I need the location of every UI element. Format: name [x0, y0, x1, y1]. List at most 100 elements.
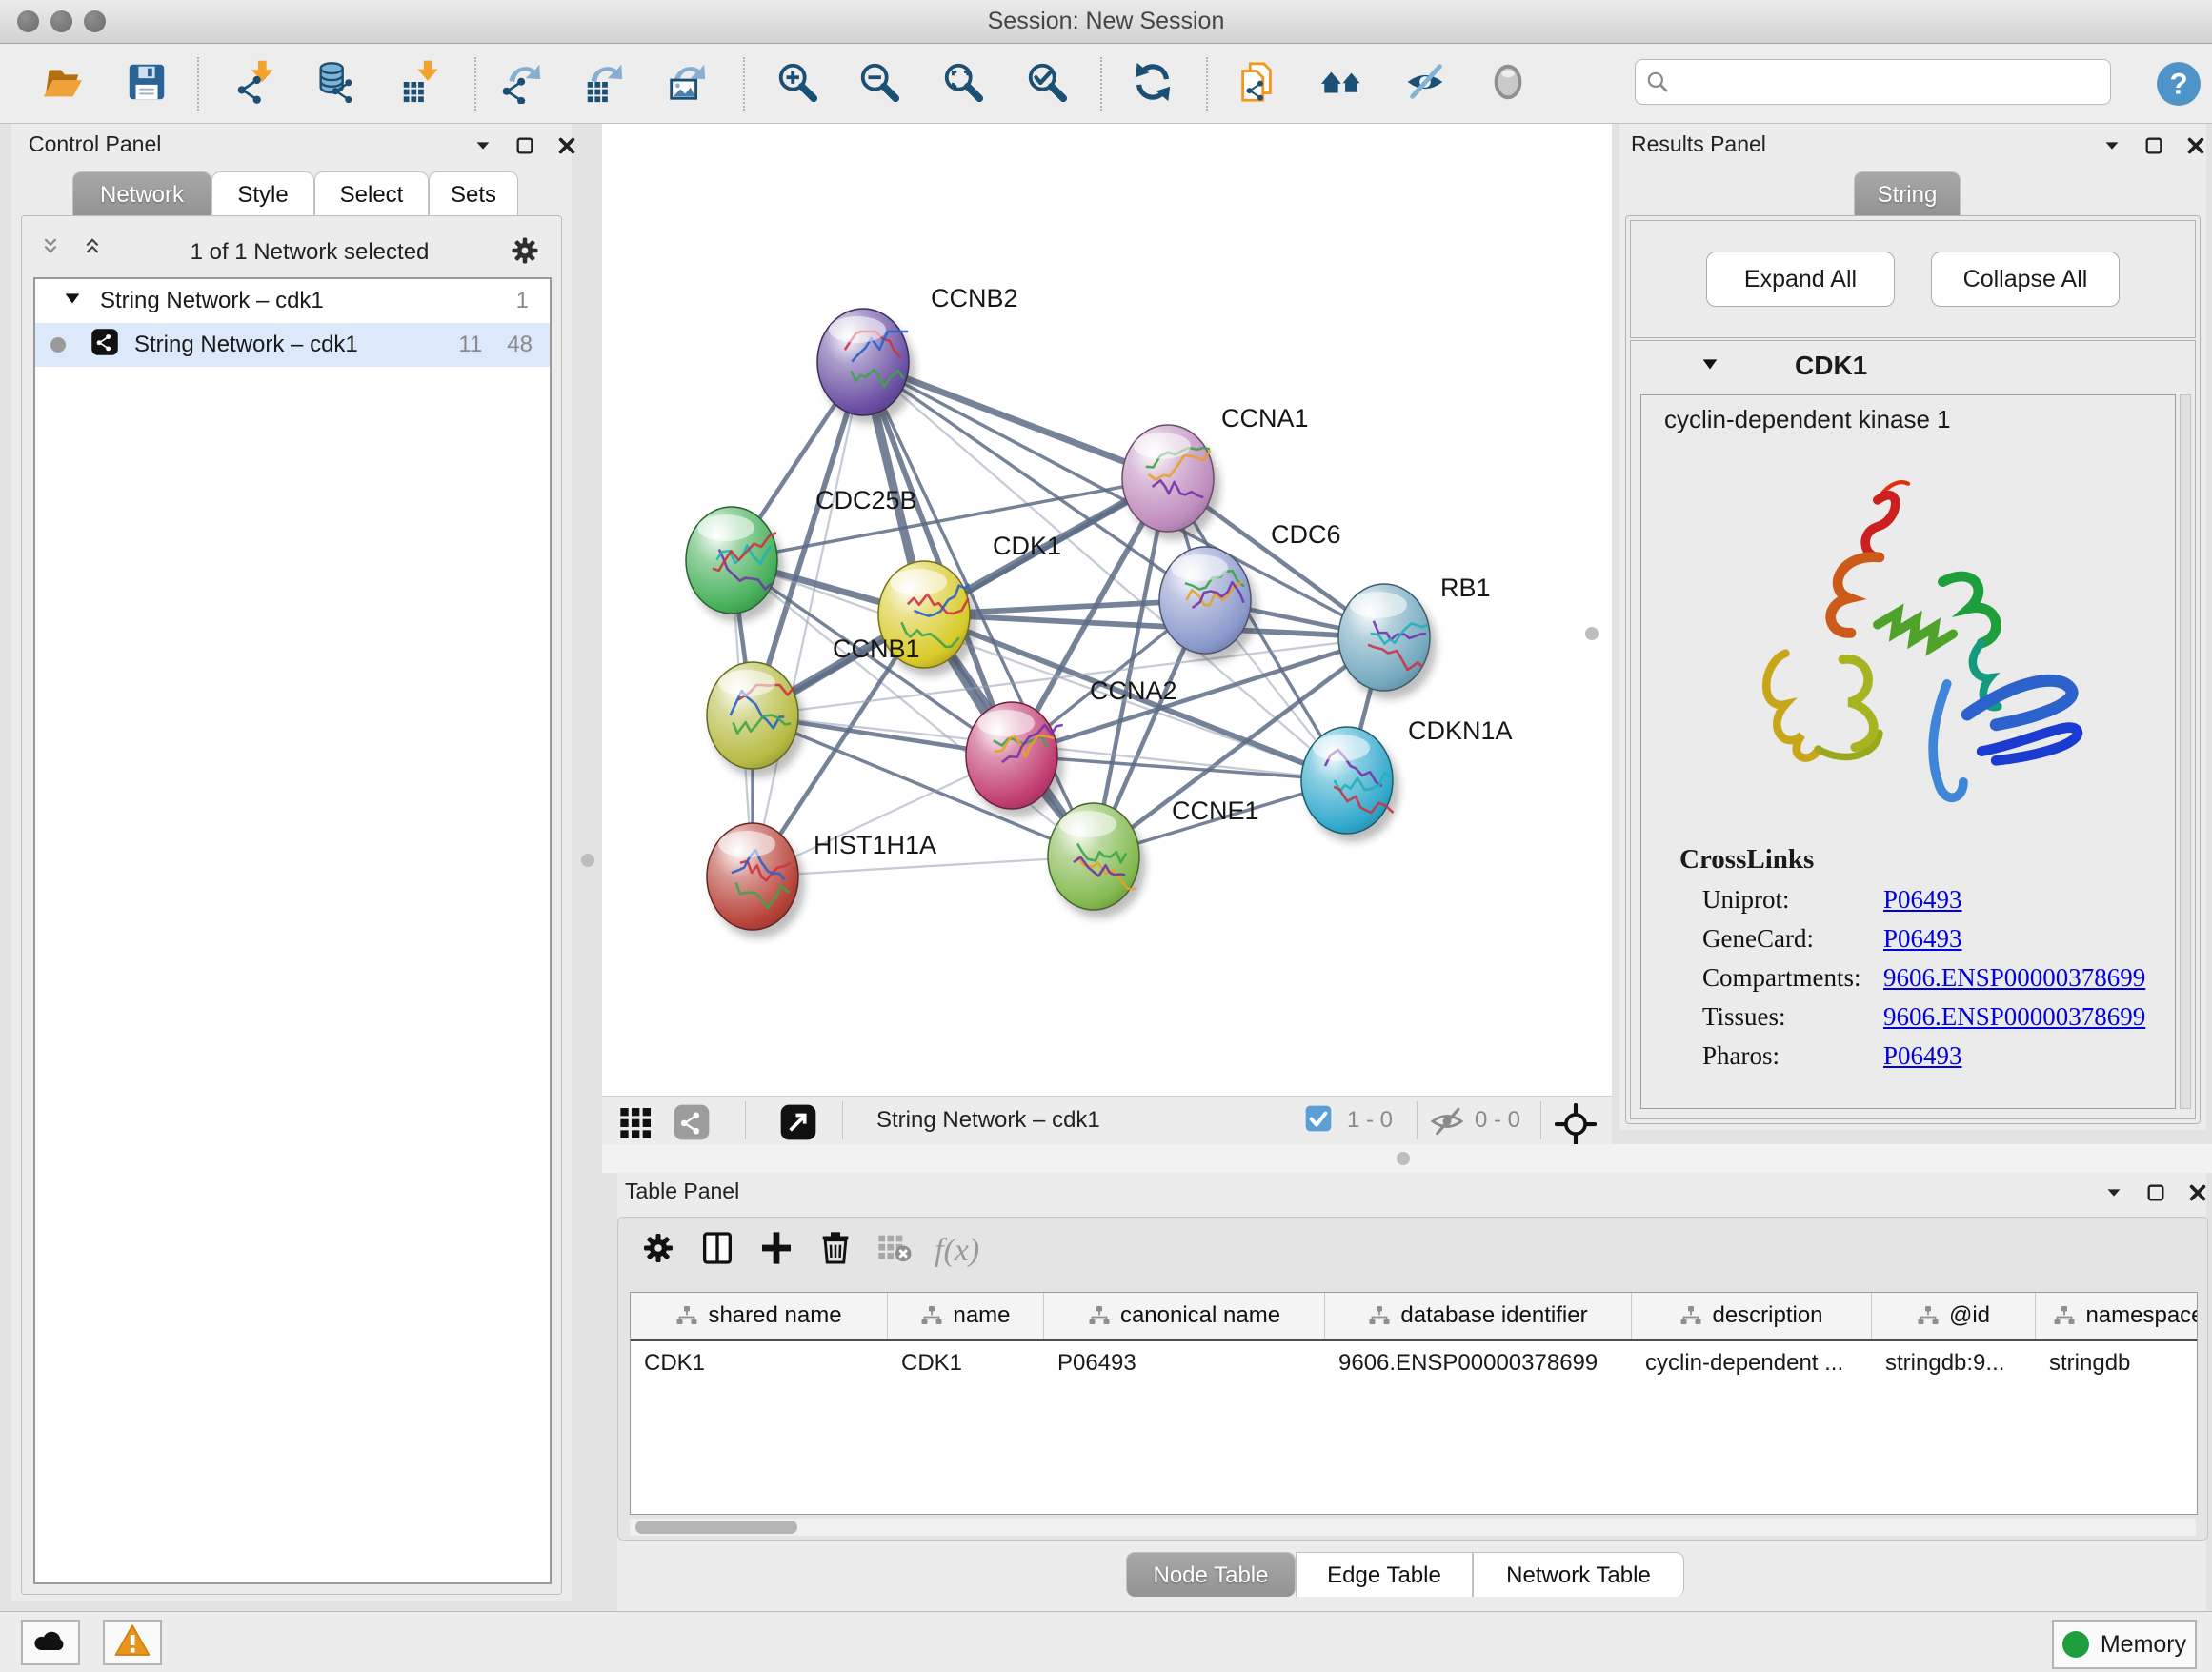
tab-select[interactable]: Select	[314, 171, 429, 216]
panel-close-icon[interactable]	[2187, 1182, 2208, 1203]
table-cell[interactable]: stringdb	[2036, 1350, 2198, 1377]
tab-string[interactable]: String	[1854, 171, 1961, 216]
network-node-HIST1H1A[interactable]	[707, 823, 805, 938]
export-image-icon[interactable]	[665, 60, 714, 110]
column-header-databaseidentifier[interactable]: database identifier	[1325, 1293, 1632, 1339]
home-icon[interactable]	[1319, 60, 1369, 110]
network-node-CDC25B[interactable]	[686, 507, 784, 622]
search-box[interactable]	[1635, 59, 2111, 105]
memory-button[interactable]: Memory	[2052, 1620, 2197, 1669]
results-scrollbar[interactable]	[2180, 394, 2191, 1109]
left-splitter-handle[interactable]	[581, 854, 594, 867]
zoom-in-icon[interactable]	[775, 60, 825, 110]
show-columns-icon[interactable]	[698, 1229, 736, 1272]
warning-icon	[113, 1622, 151, 1664]
column-header-description[interactable]: description	[1632, 1293, 1872, 1339]
cloud-button[interactable]	[21, 1620, 80, 1665]
network-canvas[interactable]: CCNB2CCNA1CDC25BCDK1CDC6RB1CCNB1CCNA2CDK…	[602, 124, 1612, 1096]
copy-network-icon[interactable]	[1235, 60, 1284, 110]
expand-all-networks-icon[interactable]	[83, 236, 111, 270]
table-cell[interactable]: P06493	[1044, 1350, 1325, 1377]
column-header-sharedname[interactable]: shared name	[631, 1293, 888, 1339]
panel-close-icon[interactable]	[2185, 135, 2206, 156]
collapse-all-button[interactable]: Collapse All	[1931, 252, 2120, 307]
column-header-namespace[interactable]: namespace	[2036, 1293, 2198, 1339]
column-header-id[interactable]: @id	[1872, 1293, 2036, 1339]
gene-section-header[interactable]: CDK1	[1631, 341, 2195, 391]
network-row-selected[interactable]: String Network – cdk1 11 48	[35, 323, 550, 367]
panel-collapse-icon[interactable]	[2101, 135, 2122, 156]
crosslink-link[interactable]: 9606.ENSP00000378699	[1883, 1002, 2145, 1032]
toolbar-separator	[474, 57, 476, 111]
node-table[interactable]: shared namenamecanonical namedatabase id…	[630, 1292, 2198, 1515]
network-node-RB1[interactable]	[1338, 584, 1437, 699]
collapse-all-networks-icon[interactable]	[41, 236, 70, 270]
table-cell[interactable]: stringdb:9...	[1872, 1350, 2036, 1377]
crosslink-link[interactable]: 9606.ENSP00000378699	[1883, 963, 2145, 993]
panel-collapse-icon[interactable]	[2103, 1182, 2124, 1203]
detach-view-icon[interactable]	[779, 1103, 817, 1146]
export-network-icon[interactable]	[500, 60, 550, 110]
network-node-CCNA2[interactable]	[966, 702, 1064, 817]
table-cell[interactable]: cyclin-dependent ...	[1632, 1350, 1872, 1377]
import-table-icon[interactable]	[398, 60, 448, 110]
tab-sets[interactable]: Sets	[429, 171, 518, 216]
crosslink-link[interactable]: P06493	[1883, 885, 1962, 915]
save-session-icon[interactable]	[125, 60, 174, 110]
network-node-CCNE1[interactable]	[1048, 803, 1146, 918]
crosslink-link[interactable]: P06493	[1883, 924, 1962, 954]
table-hscrollbar[interactable]	[630, 1519, 2196, 1536]
panel-collapse-icon[interactable]	[473, 135, 493, 156]
panel-close-icon[interactable]	[556, 135, 577, 156]
tab-network[interactable]: Network	[72, 171, 211, 216]
open-session-icon[interactable]	[40, 60, 90, 110]
column-header-name[interactable]: name	[888, 1293, 1044, 1339]
table-cell[interactable]: CDK1	[631, 1350, 888, 1377]
grid-view-icon[interactable]	[617, 1103, 655, 1146]
tab-network-table[interactable]: Network Table	[1473, 1552, 1684, 1597]
network-overview-icon[interactable]	[673, 1103, 711, 1146]
column-header-canonicalname[interactable]: canonical name	[1044, 1293, 1325, 1339]
tab-style[interactable]: Style	[211, 171, 314, 216]
hidden-items-icon[interactable]	[1429, 1103, 1465, 1144]
crosslink-row: Pharos:P06493	[1702, 1041, 2175, 1071]
zoom-fit-icon[interactable]	[941, 60, 991, 110]
hscrollbar-thumb[interactable]	[635, 1521, 797, 1534]
panel-float-icon[interactable]	[514, 135, 535, 156]
panel-float-icon[interactable]	[2143, 135, 2164, 156]
section-collapse-icon[interactable]	[1699, 353, 1720, 379]
search-input[interactable]	[1670, 63, 2110, 101]
help-button[interactable]: ?	[2155, 60, 2202, 108]
network-node-CCNA1[interactable]	[1122, 425, 1220, 540]
fit-selected-crosshair-icon[interactable]	[1555, 1103, 1597, 1150]
tab-node-table[interactable]: Node Table	[1126, 1552, 1296, 1597]
zoom-selected-icon[interactable]	[1025, 60, 1075, 110]
selected-checkbox-icon[interactable]	[1303, 1103, 1334, 1138]
table-cell[interactable]: CDK1	[888, 1350, 1044, 1377]
table-cell[interactable]: 9606.ENSP00000378699	[1325, 1350, 1632, 1377]
delete-column-icon[interactable]	[816, 1229, 855, 1272]
show-eye-icon[interactable]	[1486, 60, 1536, 110]
right-splitter-handle[interactable]	[1585, 627, 1599, 640]
import-network-icon[interactable]	[233, 60, 283, 110]
network-collection-row[interactable]: String Network – cdk1 1	[35, 279, 550, 323]
table-panel-splitter[interactable]	[602, 1144, 2212, 1173]
network-tree: String Network – cdk1 1 String Network –…	[33, 277, 552, 1584]
network-options-gear-icon[interactable]	[508, 233, 542, 272]
table-options-gear-icon[interactable]	[639, 1229, 677, 1272]
import-database-icon[interactable]	[313, 60, 363, 110]
tree-expand-icon[interactable]	[62, 288, 83, 315]
splitter-handle[interactable]	[1397, 1152, 1410, 1165]
crosslink-link[interactable]: P06493	[1883, 1041, 1962, 1071]
zoom-out-icon[interactable]	[857, 60, 907, 110]
hide-network-icon[interactable]	[1403, 60, 1453, 110]
network-node-CCNB1[interactable]	[707, 662, 805, 777]
warnings-button[interactable]	[103, 1620, 162, 1665]
refresh-icon[interactable]	[1131, 60, 1180, 110]
expand-all-button[interactable]: Expand All	[1706, 252, 1895, 307]
tab-edge-table[interactable]: Edge Table	[1296, 1552, 1473, 1597]
export-table-icon[interactable]	[582, 60, 632, 110]
add-column-icon[interactable]	[757, 1229, 795, 1272]
panel-float-icon[interactable]	[2145, 1182, 2166, 1203]
network-node-CDKN1A[interactable]	[1301, 727, 1399, 842]
